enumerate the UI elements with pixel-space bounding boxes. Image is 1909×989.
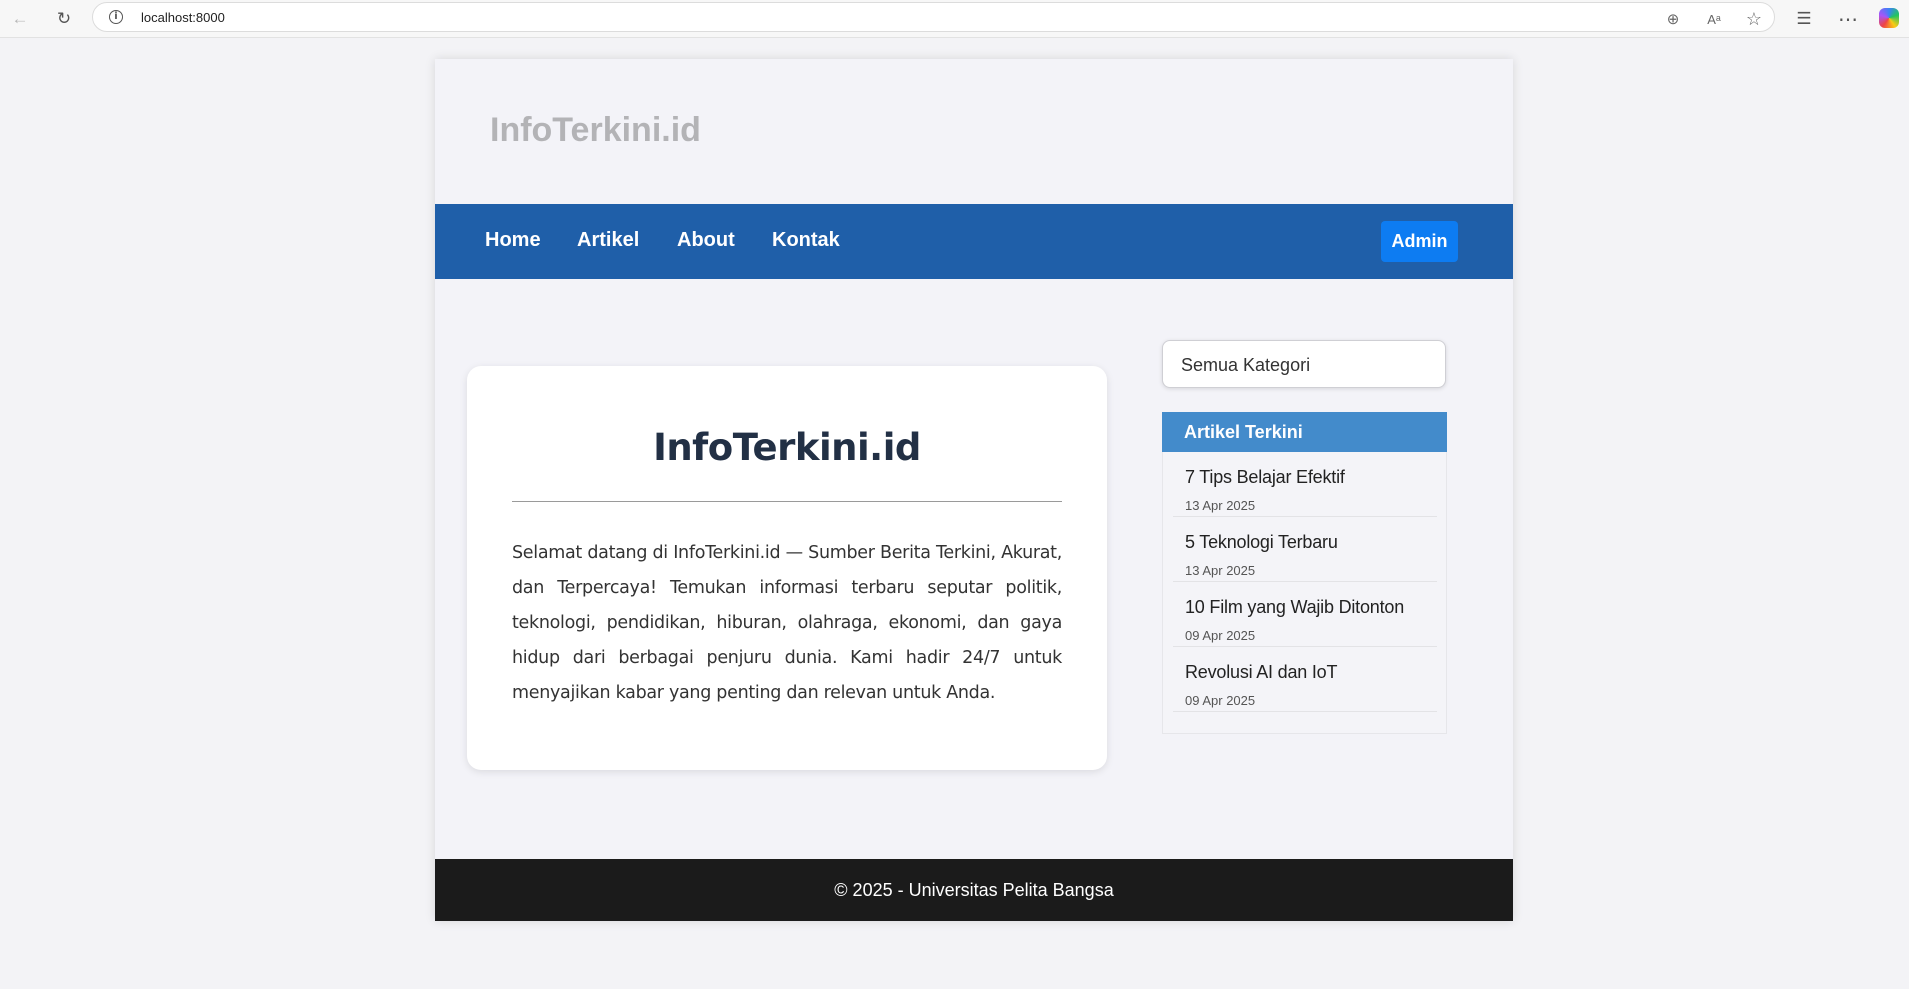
recent-article-item[interactable]: 7 Tips Belajar Efektif 13 Apr 2025 <box>1173 453 1437 517</box>
more-icon[interactable]: ⋯ <box>1835 6 1861 32</box>
recent-article-item[interactable]: Revolusi AI dan IoT 09 Apr 2025 <box>1173 648 1437 712</box>
recent-article-title[interactable]: 5 Teknologi Terbaru <box>1185 532 1338 553</box>
address-bar[interactable]: i localhost:8000 ⊕ Aᵃ ☆ <box>92 2 1775 32</box>
admin-button[interactable]: Admin <box>1381 221 1458 262</box>
favorites-list-icon[interactable]: ☰ <box>1791 6 1817 32</box>
back-arrow-icon[interactable]: ← <box>7 6 33 32</box>
site-logo[interactable]: InfoTerkini.id <box>490 111 701 150</box>
url-text[interactable]: localhost:8000 <box>141 10 225 25</box>
recent-article-item[interactable]: 5 Teknologi Terbaru 13 Apr 2025 <box>1173 518 1437 582</box>
site-footer: © 2025 - Universitas Pelita Bangsa <box>435 859 1513 921</box>
recent-article-date: 09 Apr 2025 <box>1185 693 1256 708</box>
page-container: InfoTerkini.id Home Artikel About Kontak… <box>435 59 1513 921</box>
recent-articles-widget: Artikel Terkini 7 Tips Belajar Efektif 1… <box>1162 412 1447 734</box>
recent-article-title[interactable]: 7 Tips Belajar Efektif <box>1185 467 1345 488</box>
recent-article-title[interactable]: 10 Film yang Wajib Ditonton <box>1185 597 1404 618</box>
site-info-icon[interactable]: i <box>109 10 123 24</box>
recent-article-date: 13 Apr 2025 <box>1185 563 1256 578</box>
recent-article-item[interactable]: 10 Film yang Wajib Ditonton 09 Apr 2025 <box>1173 583 1437 647</box>
card-title: InfoTerkini.id <box>653 426 921 469</box>
card-body-text: Selamat datang di InfoTerkini.id — Sumbe… <box>512 543 1062 703</box>
nav-artikel[interactable]: Artikel <box>577 229 639 252</box>
nav-about[interactable]: About <box>677 229 735 252</box>
recent-articles-title: Artikel Terkini <box>1162 412 1447 452</box>
card-divider <box>512 501 1062 502</box>
zoom-in-icon[interactable]: ⊕ <box>1662 8 1684 30</box>
copilot-icon[interactable] <box>1879 8 1899 28</box>
footer-text: © 2025 - Universitas Pelita Bangsa <box>834 879 1114 900</box>
nav-home[interactable]: Home <box>485 229 541 252</box>
read-aloud-icon[interactable]: Aᵃ <box>1703 8 1725 30</box>
recent-article-date: 13 Apr 2025 <box>1185 498 1256 513</box>
nav-kontak[interactable]: Kontak <box>772 229 840 252</box>
star-icon[interactable]: ☆ <box>1743 8 1765 30</box>
recent-article-date: 09 Apr 2025 <box>1185 628 1256 643</box>
browser-toolbar: ← ↻ i localhost:8000 ⊕ Aᵃ ☆ ☰ ⋯ <box>0 0 1909 38</box>
category-select[interactable]: Semua Kategori <box>1162 340 1446 388</box>
welcome-card: InfoTerkini.id Selamat datang di InfoTer… <box>467 366 1107 770</box>
main-navbar: Home Artikel About Kontak Admin <box>435 204 1513 279</box>
recent-article-title[interactable]: Revolusi AI dan IoT <box>1185 662 1337 683</box>
category-selected-value: Semua Kategori <box>1181 355 1311 375</box>
refresh-icon[interactable]: ↻ <box>51 6 77 32</box>
